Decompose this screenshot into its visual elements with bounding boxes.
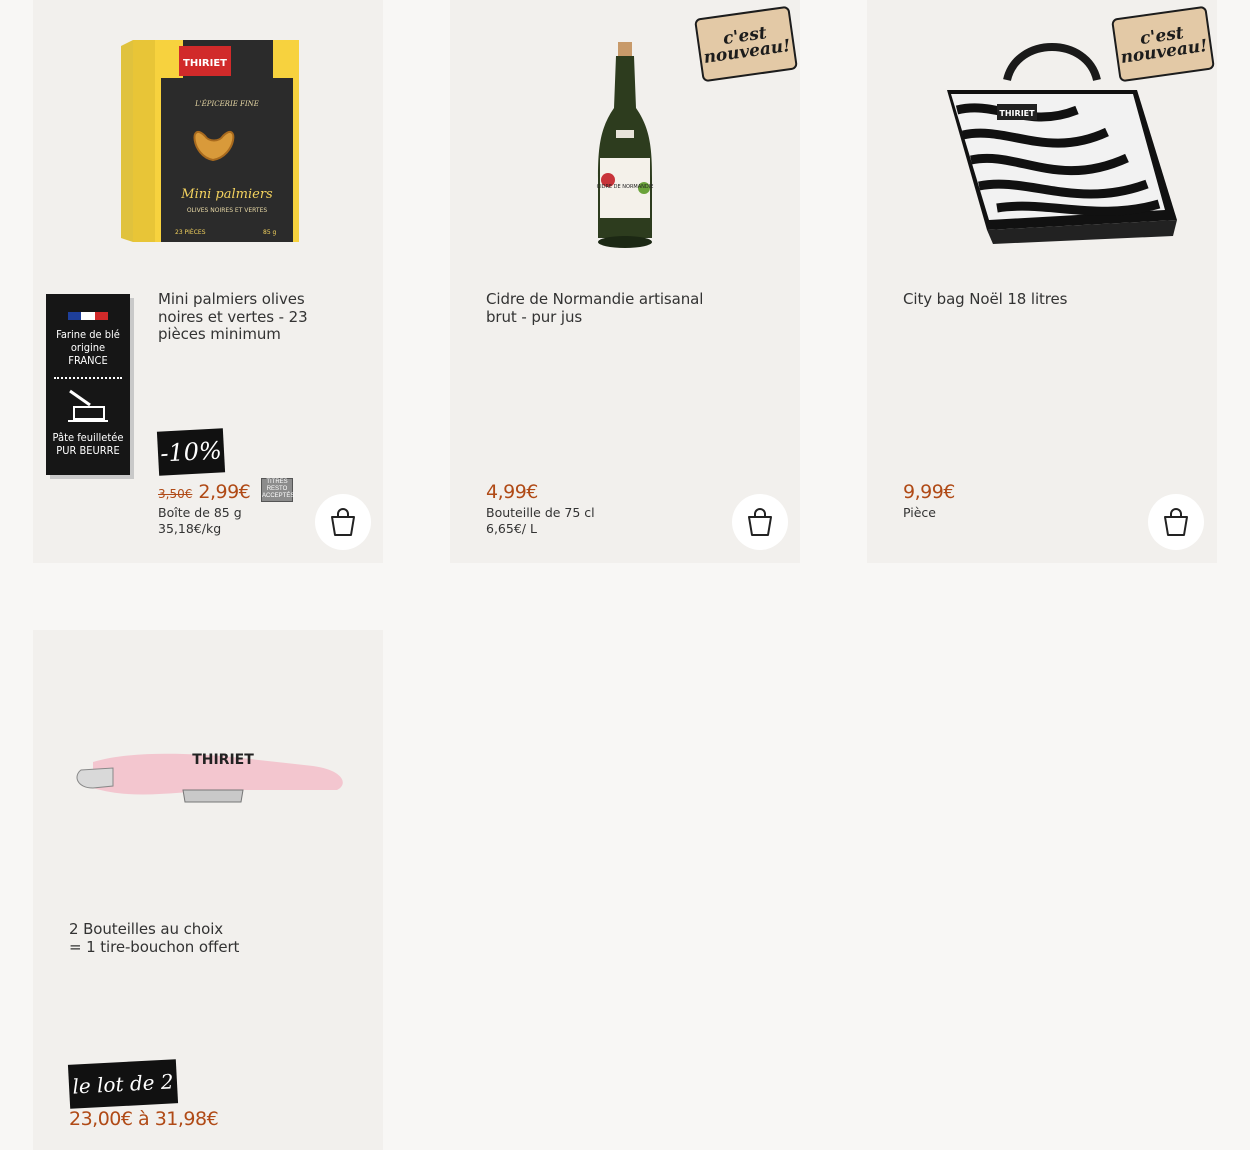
- product-card-city-bag[interactable]: THIRIET c'est nouveau! City bag Noël 18 …: [867, 0, 1217, 563]
- lot-de-2-tag: le lot de 2: [67, 1059, 179, 1109]
- flour-label-line1: Farine de blé: [56, 328, 120, 341]
- bag-brand: THIRIET: [999, 109, 1035, 118]
- add-to-cart-button[interactable]: [1148, 494, 1204, 550]
- product-title[interactable]: 2 Bouteilles au choix = 1 tire-bouchon o…: [69, 920, 329, 956]
- pack-sub: OLIVES NOIRES ET VERTES: [187, 207, 268, 214]
- unit-size: Bouteille de 75 cl: [486, 505, 595, 520]
- product-image-mini-palmiers[interactable]: THIRIET L'ÉPICERIE FINE Mini palmiers OL…: [113, 38, 303, 248]
- corkscrew-brand: THIRIET: [192, 752, 254, 768]
- product-title[interactable]: Cidre de Normandie artisanal brut - pur …: [486, 290, 736, 326]
- pack-subtitle: L'ÉPICERIE FINE: [194, 99, 259, 108]
- badge-line2: nouveau!: [1119, 35, 1209, 68]
- flour-label-line2: origine: [70, 341, 106, 354]
- add-to-cart-button[interactable]: [732, 494, 788, 550]
- unit-size: Pièce: [903, 505, 936, 520]
- product-card-mini-palmiers[interactable]: THIRIET L'ÉPICERIE FINE Mini palmiers OL…: [33, 0, 383, 563]
- pack-name: Mini palmiers: [180, 187, 273, 202]
- price-range: 23,00€ à 31,98€: [69, 1108, 219, 1130]
- old-price: 3,50€: [158, 487, 193, 501]
- shopping-bag-icon: [748, 508, 772, 536]
- french-flag-icon: [68, 312, 108, 320]
- price-row: 9,99€: [903, 481, 955, 503]
- flour-label-line4: Pâte feuilletée: [52, 431, 124, 444]
- new-product-badge: c'est nouveau!: [694, 5, 798, 83]
- product-card-cidre[interactable]: CIDRE DE NORMANDIE c'est nouveau! Cidre …: [450, 0, 800, 563]
- product-card-lot-de-2[interactable]: THIRIET 2 Bouteilles au choix = 1 tire-b…: [33, 630, 383, 1150]
- price-row: 3,50€ 2,99€: [158, 481, 251, 503]
- price: 9,99€: [903, 481, 955, 503]
- unit-size: Boîte de 85 g: [158, 505, 242, 520]
- product-image-cidre[interactable]: CIDRE DE NORMANDIE: [590, 38, 660, 288]
- add-to-cart-button[interactable]: [315, 494, 371, 550]
- flour-label-line5: PUR BEURRE: [56, 444, 120, 457]
- product-image-corkscrew[interactable]: THIRIET: [73, 740, 353, 810]
- price: 4,99€: [486, 481, 538, 503]
- product-title[interactable]: City bag Noël 18 litres: [903, 290, 1153, 309]
- badge-line2: nouveau!: [702, 35, 792, 68]
- discount-badge: -10%: [156, 428, 226, 476]
- bottle-label: CIDRE DE NORMANDIE: [597, 184, 654, 190]
- unit-price: 35,18€/kg: [158, 521, 222, 536]
- product-title-line2: = 1 tire-bouchon offert: [69, 937, 240, 956]
- product-title-line1: 2 Bouteilles au choix: [69, 920, 224, 938]
- shopping-bag-icon: [1164, 508, 1188, 536]
- price-row: 23,00€ à 31,98€: [69, 1108, 219, 1130]
- price: 2,99€: [198, 481, 251, 503]
- pack-weight: 85 g: [263, 229, 277, 236]
- unit-price: 6,65€/ L: [486, 521, 537, 536]
- new-product-badge: c'est nouveau!: [1111, 5, 1215, 83]
- pastry-knife-icon: [68, 389, 108, 422]
- pack-count: 23 PIÈCES: [175, 228, 206, 236]
- titres-resto-badge: TITRES RESTO ACCEPTÉS: [261, 478, 294, 502]
- shopping-bag-icon: [331, 508, 355, 536]
- pack-brand: THIRIET: [183, 58, 227, 69]
- price-row: 4,99€: [486, 481, 538, 503]
- flour-origin-label: Farine de blé origine FRANCE Pâte feuill…: [46, 294, 130, 475]
- flour-label-line3: FRANCE: [68, 354, 108, 367]
- product-title[interactable]: Mini palmiers olives noires et vertes - …: [158, 290, 318, 344]
